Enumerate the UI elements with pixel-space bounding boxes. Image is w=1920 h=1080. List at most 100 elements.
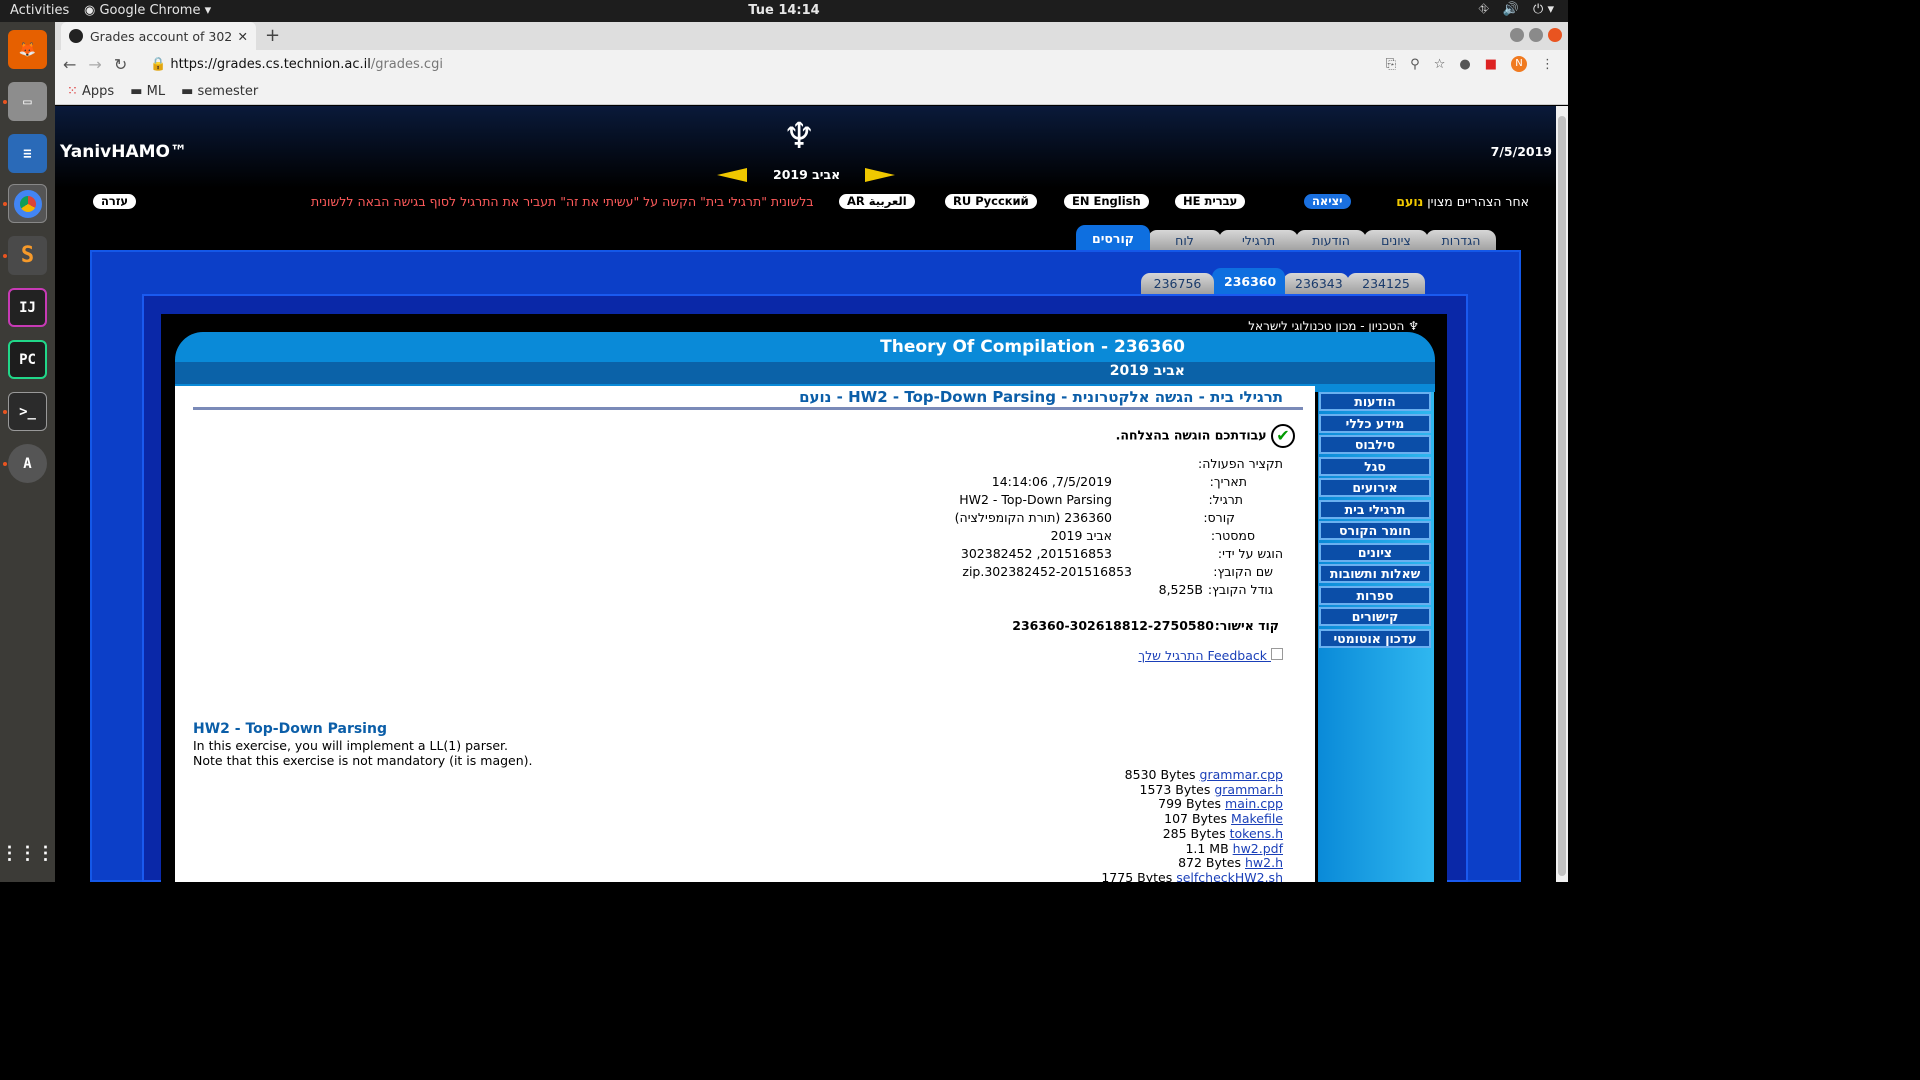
pycharm-icon[interactable]: PC bbox=[8, 340, 47, 379]
maximize-button[interactable] bbox=[1529, 28, 1543, 42]
file-row: 1573 Bytes grammar.h bbox=[1140, 782, 1284, 797]
close-window-button[interactable] bbox=[1548, 28, 1562, 42]
menu-grades[interactable]: ציונים bbox=[1319, 542, 1431, 562]
feedback-link[interactable]: התרגיל שלך Feedback bbox=[1138, 648, 1283, 663]
lang-en[interactable]: EN English bbox=[1064, 194, 1149, 209]
folder-icon: ▬ bbox=[130, 84, 147, 99]
chrome-icon[interactable] bbox=[8, 184, 47, 223]
row-exercise-value: HW2 - Top-Down Parsing bbox=[959, 492, 1112, 507]
row-filename-key: שם הקובץ: bbox=[1213, 564, 1273, 579]
file-link[interactable]: selfcheckHW2.sh bbox=[1176, 870, 1283, 882]
semester-label: אביב 2019 bbox=[773, 167, 841, 182]
bookmark-ml[interactable]: ▬ ML bbox=[130, 84, 165, 99]
bookmark-apps[interactable]: ⁙ Apps bbox=[67, 84, 114, 99]
menu-literature[interactable]: ספרות bbox=[1319, 585, 1431, 605]
volume-icon: 🔊 bbox=[1502, 2, 1520, 17]
extension-yab-icon[interactable]: ■ bbox=[1485, 57, 1497, 72]
tab-schedule[interactable]: לוח זמנים bbox=[1148, 230, 1221, 270]
file-link[interactable]: main.cpp bbox=[1225, 796, 1283, 811]
file-size: 107 Bytes bbox=[1164, 811, 1228, 826]
tab-courses[interactable]: קורסים bbox=[1076, 225, 1150, 252]
firefox-icon[interactable]: 🦊 bbox=[8, 30, 47, 69]
checkmark-icon: ✔ bbox=[1271, 424, 1295, 448]
tab-homework[interactable]: תרגילי בית bbox=[1219, 230, 1298, 270]
menu-auto-update[interactable]: עדכון אוטומטי bbox=[1319, 628, 1431, 648]
lang-ru[interactable]: RU Русский bbox=[945, 194, 1037, 209]
menu-homework[interactable]: תרגילי בית bbox=[1319, 499, 1431, 519]
show-apps-icon[interactable]: ⋮⋮⋮ bbox=[1, 834, 55, 873]
file-link[interactable]: tokens.h bbox=[1230, 826, 1283, 841]
approval-code-label: קוד אישור: bbox=[1214, 618, 1279, 633]
tab-messages[interactable]: הודעות bbox=[1296, 230, 1366, 252]
tab-grades[interactable]: ציונים bbox=[1364, 230, 1428, 252]
tab-course-236343[interactable]: 236343 bbox=[1283, 273, 1349, 295]
tab-course-236756[interactable]: 236756 bbox=[1141, 273, 1214, 295]
page-scrollbar[interactable] bbox=[1556, 106, 1568, 882]
prev-semester-icon[interactable] bbox=[717, 168, 747, 182]
forward-icon[interactable]: → bbox=[88, 55, 101, 74]
dock: 🦊 ▭ ≡ S IJ PC >_ A ⋮⋮⋮ bbox=[0, 22, 55, 882]
close-tab-icon[interactable]: ✕ bbox=[238, 29, 248, 44]
menu-messages[interactable]: הודעות bbox=[1319, 392, 1431, 411]
toolbar: ← → ↻ 🔒 https://grades.cs.technion.ac.il… bbox=[55, 50, 1568, 79]
file-link[interactable]: hw2.h bbox=[1245, 855, 1283, 870]
profile-avatar[interactable]: N bbox=[1511, 56, 1527, 72]
minimize-button[interactable] bbox=[1510, 28, 1524, 42]
site-banner: YanivHAMO™ ♆ אביב 2019 7/5/2019 bbox=[55, 106, 1556, 188]
intellij-icon[interactable]: IJ bbox=[8, 288, 47, 327]
menu-icon[interactable]: ⋮ bbox=[1541, 57, 1554, 72]
menu-syllabus[interactable]: סילבוס bbox=[1319, 435, 1431, 454]
menu-links[interactable]: קישורים bbox=[1319, 607, 1431, 626]
file-link[interactable]: grammar.cpp bbox=[1200, 767, 1283, 782]
file-link[interactable]: Makefile bbox=[1231, 811, 1283, 826]
file-link[interactable]: hw2.pdf bbox=[1233, 841, 1283, 856]
bookmark-semester[interactable]: ▬ semester bbox=[181, 84, 258, 99]
back-icon[interactable]: ← bbox=[63, 55, 76, 74]
user-name: נועם bbox=[1396, 194, 1424, 209]
menu-course-material[interactable]: חומר הקורס bbox=[1319, 521, 1431, 540]
clock[interactable]: Tue 14:14 bbox=[0, 3, 1568, 18]
window-controls bbox=[1510, 28, 1562, 42]
course-semester: אביב 2019 bbox=[1109, 363, 1185, 379]
technion-text: הטכניון - מכון טכנולוגי לישראל bbox=[1248, 319, 1405, 333]
terminal-icon[interactable]: >_ bbox=[8, 392, 47, 431]
translate-icon[interactable]: ⎘ bbox=[1386, 57, 1396, 72]
extension-cookie-icon[interactable]: ● bbox=[1459, 57, 1470, 72]
address-bar[interactable]: 🔒 https://grades.cs.technion.ac.il/grade… bbox=[150, 57, 443, 72]
sublime-icon[interactable]: S bbox=[8, 236, 47, 275]
submission-content: תרגילי בית - הגשה אלקטרונית - HW2 - Top-… bbox=[175, 386, 1315, 882]
new-tab-button[interactable]: + bbox=[265, 25, 280, 46]
tab-course-234125[interactable]: 234125 bbox=[1347, 273, 1425, 295]
tab-settings[interactable]: הגדרות bbox=[1426, 230, 1496, 252]
row-filename-value: zip.302382452-201516853 bbox=[962, 564, 1132, 579]
star-icon[interactable]: ☆ bbox=[1434, 57, 1446, 72]
system-tray[interactable]: ⛗ 🔊 ⏻ ▾ bbox=[1478, 2, 1554, 17]
files-icon[interactable]: ▭ bbox=[8, 82, 47, 121]
file-size: 285 Bytes bbox=[1162, 826, 1226, 841]
summary-label: תקציר הפעולה: bbox=[1197, 456, 1283, 471]
bookmark-label: Apps bbox=[82, 84, 115, 99]
writer-icon[interactable]: ≡ bbox=[8, 134, 47, 173]
tab-course-236360[interactable]: 236360 bbox=[1212, 268, 1285, 295]
scrollbar-thumb[interactable] bbox=[1558, 116, 1566, 876]
row-filesize-key: גודל הקובץ: bbox=[1207, 582, 1273, 597]
menu-events[interactable]: אירועים bbox=[1319, 478, 1431, 497]
lang-he[interactable]: HE עברית bbox=[1175, 194, 1246, 209]
zoom-icon[interactable]: ⚲ bbox=[1410, 57, 1420, 72]
logout-button[interactable]: יציאה bbox=[1304, 194, 1351, 209]
browser-tab[interactable]: Grades account of 30238 ✕ bbox=[61, 22, 256, 50]
course-frame: הטכניון - מכון טכנולוגי לישראל ♆ Theory … bbox=[161, 314, 1447, 882]
menu-qa[interactable]: שאלות ותשובות bbox=[1319, 564, 1431, 583]
next-semester-icon[interactable] bbox=[865, 168, 895, 182]
menu-staff[interactable]: סגל bbox=[1319, 456, 1431, 476]
menu-general-info[interactable]: מידע כללי bbox=[1319, 413, 1431, 433]
technion-title: הטכניון - מכון טכנולוגי לישראל ♆ bbox=[1248, 319, 1419, 333]
url-host: https://grades.cs.technion.ac.il bbox=[170, 57, 371, 72]
lang-ar[interactable]: AR العربية bbox=[839, 194, 915, 209]
apps-grid-icon: ⁙ bbox=[67, 84, 83, 99]
file-link[interactable]: grammar.h bbox=[1214, 782, 1283, 797]
help-button[interactable]: עזרה bbox=[93, 194, 137, 209]
row-submitter-value: 302382452 ,201516853 bbox=[960, 546, 1112, 561]
reload-icon[interactable]: ↻ bbox=[114, 55, 127, 74]
updater-icon[interactable]: A bbox=[8, 444, 47, 483]
